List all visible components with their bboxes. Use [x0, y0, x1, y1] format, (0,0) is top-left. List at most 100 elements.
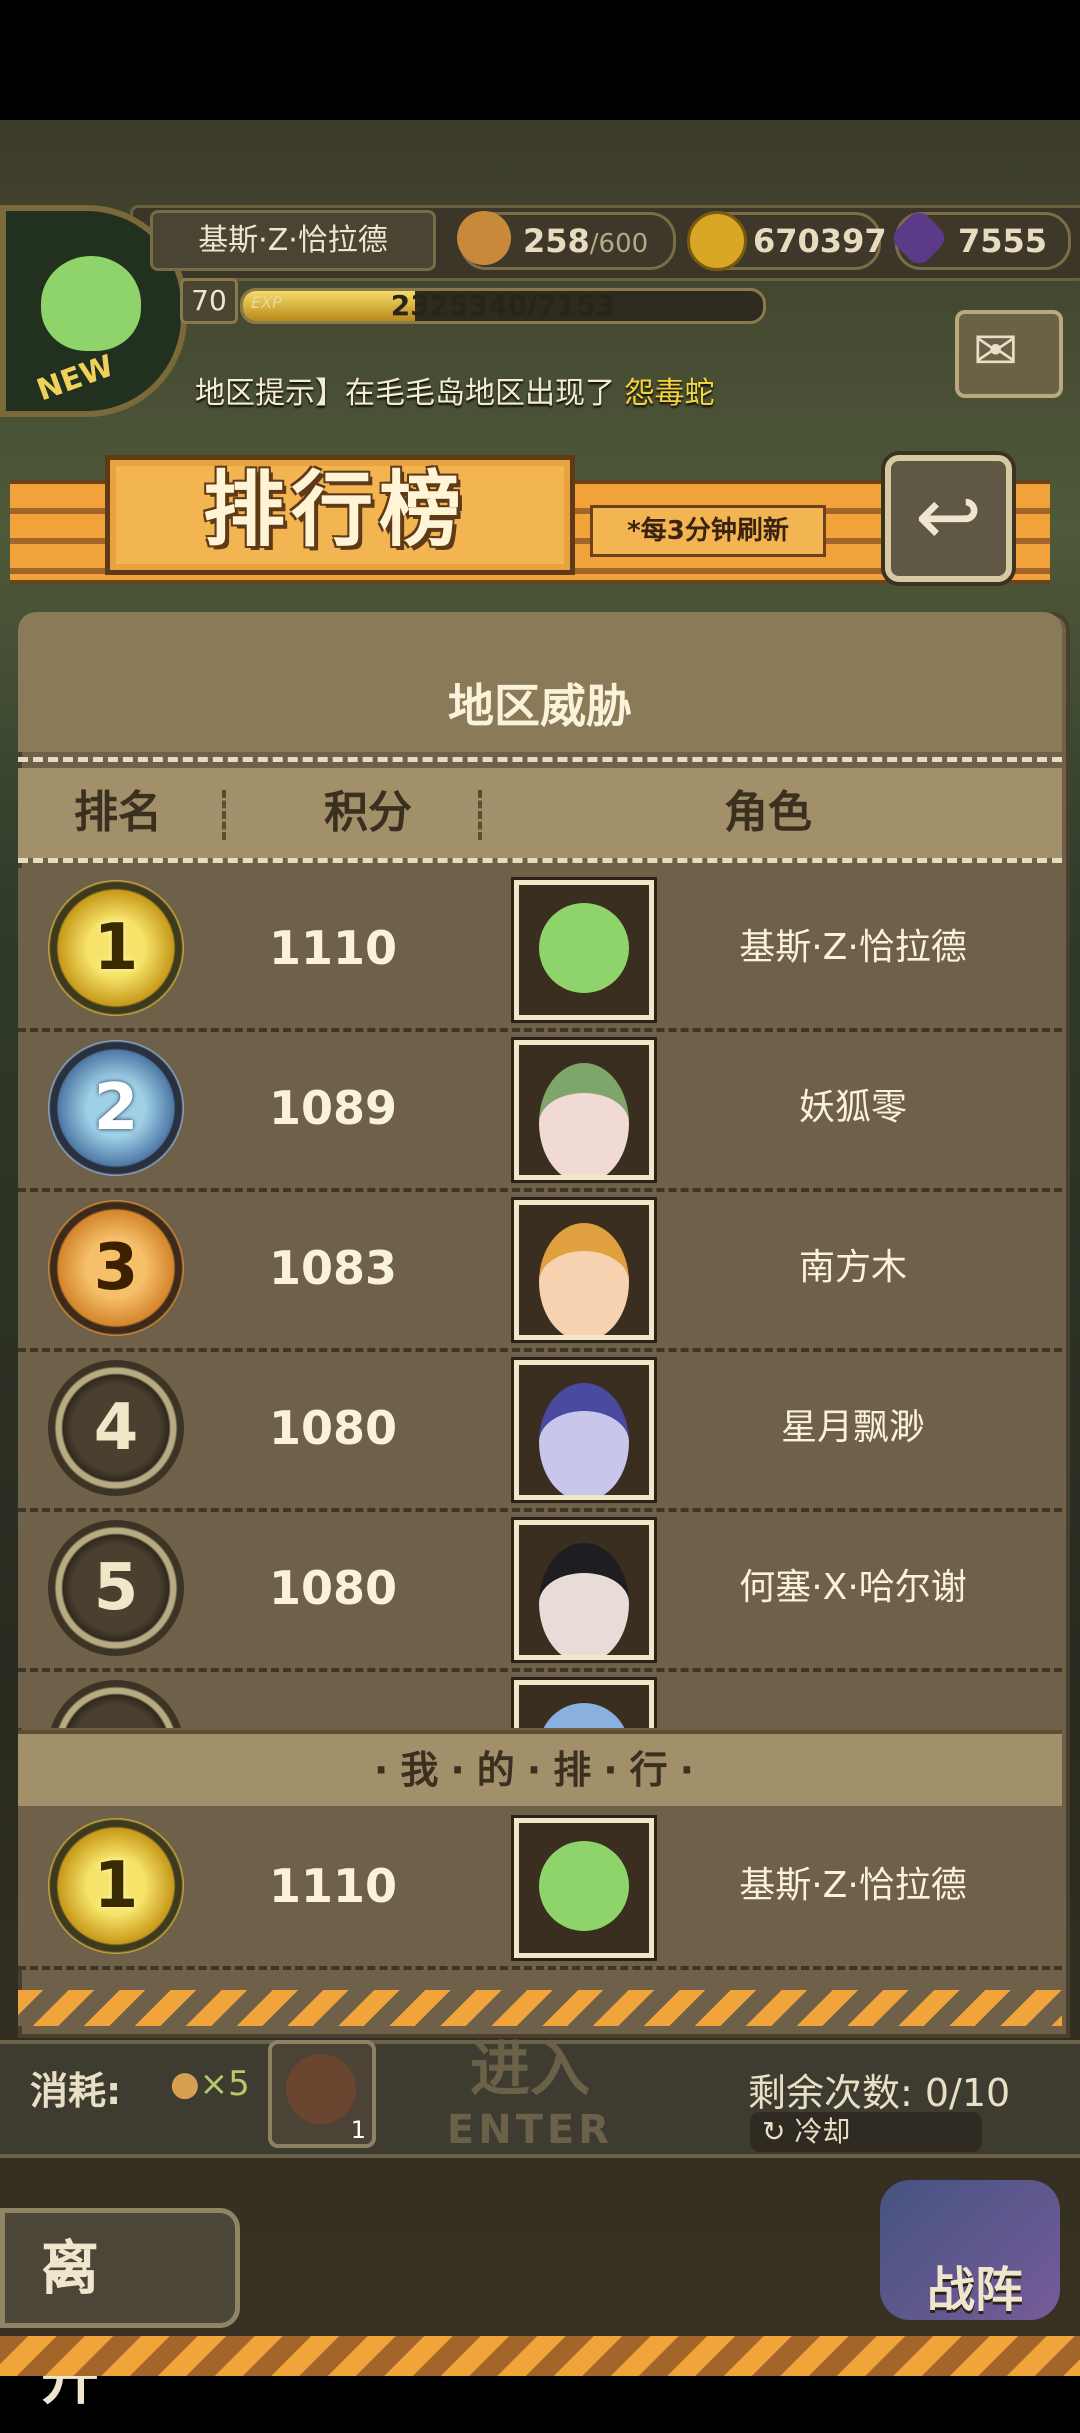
- item-slot[interactable]: 1: [268, 2040, 376, 2148]
- divider: [18, 757, 1062, 762]
- exp-bar: EXP 2325340/7153: [240, 288, 766, 324]
- enter-button[interactable]: 进入 ENTER: [420, 2035, 640, 2185]
- character-portrait[interactable]: [514, 1040, 654, 1180]
- my-rank-row[interactable]: 1 1110 基斯·Z·恰拉德: [18, 1806, 1062, 1970]
- character-portrait[interactable]: [514, 1360, 654, 1500]
- portrait-image: [539, 1223, 629, 1335]
- character-name: 基斯·Z·恰拉德: [739, 1865, 967, 1906]
- portrait-image: [539, 903, 629, 993]
- bread-value: 258: [523, 222, 590, 260]
- ranking-row[interactable]: 5 1080 何塞·X·哈尔谢: [18, 1508, 1062, 1672]
- my-rank-band: ·我·的·排·行·: [18, 1730, 1062, 1810]
- rank-number: 5: [93, 1551, 139, 1625]
- character-name: 何塞·X·哈尔谢: [739, 1567, 967, 1608]
- region-notice: 地区提示】在毛毛岛地区出现了 怨毒蛇: [195, 368, 715, 412]
- column-divider: [222, 790, 226, 840]
- score-value: 1080: [268, 1401, 398, 1455]
- portrait-image: [539, 1383, 629, 1495]
- back-arrow-icon: ↩: [914, 470, 983, 563]
- rank-number: 1: [93, 1849, 139, 1923]
- character-portrait[interactable]: [514, 880, 654, 1020]
- column-header: 排名 积分 角色: [18, 768, 1062, 858]
- level-badge: 70: [180, 278, 238, 324]
- notice-text: 地区提示】在毛毛岛地区出现了: [195, 376, 615, 411]
- new-tag: NEW: [32, 348, 119, 409]
- cooldown-button[interactable]: ↻ 冷却: [750, 2112, 982, 2152]
- mail-button[interactable]: ✉: [955, 310, 1063, 398]
- ranking-row[interactable]: 2 1089 妖狐零: [18, 1028, 1062, 1192]
- cost-amount: ×5: [199, 2064, 250, 2104]
- score-value: 1089: [268, 1081, 398, 1135]
- divider: [18, 858, 1062, 863]
- cost-label: 消耗:: [30, 2069, 122, 2113]
- gem-resource[interactable]: 7555: [888, 207, 1071, 270]
- ranking-row-partial[interactable]: [18, 1668, 1062, 1728]
- rank-medal-icon: 1: [48, 1818, 184, 1954]
- column-character: 角色: [724, 787, 812, 838]
- item-icon: [286, 2054, 356, 2124]
- portrait-image: [539, 1841, 629, 1931]
- character-portrait[interactable]: [514, 1818, 654, 1958]
- gold-coin-icon: [687, 211, 747, 271]
- rank-medal-icon: 1: [48, 880, 184, 1016]
- rank-number: 1: [93, 911, 139, 985]
- ranking-row[interactable]: 1 1110 基斯·Z·恰拉德: [18, 868, 1062, 1032]
- page-title: 排行榜: [202, 462, 467, 558]
- gold-value: 670397: [753, 222, 887, 260]
- rank-medal-icon: 3: [48, 1200, 184, 1336]
- rank-medal-icon: 2: [48, 1040, 184, 1176]
- enter-label: 进入: [470, 2035, 590, 2105]
- leave-label: 离开: [41, 2234, 100, 2412]
- rank-medal-icon: 4: [48, 1360, 184, 1496]
- bottom-stripe: [0, 2336, 1080, 2376]
- ranking-row[interactable]: 3 1083 南方木: [18, 1188, 1062, 1352]
- portrait-image: [539, 1703, 629, 1728]
- bread-max: /600: [589, 229, 649, 259]
- score-value: 1110: [268, 921, 398, 975]
- column-divider: [478, 790, 482, 840]
- item-count: 1: [350, 2116, 366, 2144]
- exp-text: 2325340/7153: [390, 289, 616, 322]
- gem-value: 7555: [958, 222, 1048, 260]
- cost-value: ●×5: [170, 2064, 250, 2104]
- column-rank: 排名: [74, 787, 162, 838]
- player-name: 基斯·Z·恰拉德: [150, 210, 436, 271]
- portrait-image: [539, 1543, 629, 1655]
- character-portrait[interactable]: [514, 1520, 654, 1660]
- notice-highlight: 怨毒蛇: [624, 376, 715, 411]
- score-value: 1083: [268, 1241, 398, 1295]
- enter-label-en: ENTER: [446, 2107, 614, 2153]
- back-button[interactable]: ↩: [885, 455, 1012, 582]
- avatar-blob-icon: [41, 256, 141, 351]
- column-score: 积分: [324, 787, 412, 838]
- bread-resource[interactable]: 258/600: [457, 211, 676, 270]
- formation-button[interactable]: 战阵: [880, 2180, 1070, 2330]
- rank-number: 4: [93, 1391, 139, 1465]
- character-portrait[interactable]: [514, 1200, 654, 1340]
- score-value: 1080: [268, 1561, 398, 1615]
- panel-title: 地区威胁: [448, 679, 632, 733]
- score-value: 1110: [268, 1859, 398, 1913]
- refresh-icon: ↻: [762, 2115, 795, 2148]
- remaining-attempts: 剩余次数: 0/10: [748, 2071, 1011, 2115]
- rank-medal-icon: 5: [48, 1520, 184, 1656]
- gold-resource[interactable]: 670397: [687, 211, 887, 271]
- character-portrait[interactable]: [514, 1680, 654, 1728]
- rank-number: 2: [93, 1071, 139, 1145]
- bread-icon: ●: [170, 2064, 200, 2104]
- my-rank-label: ·我·的·排·行·: [373, 1748, 707, 1792]
- formation-label: 战阵: [926, 2262, 1023, 2318]
- mail-icon: ✉: [973, 319, 1019, 382]
- ranking-list[interactable]: 1 1110 基斯·Z·恰拉德 2 1089 妖狐零 3 1083 南方木 4 …: [18, 868, 1062, 1728]
- panel-zigzag-edge: [18, 1990, 1062, 2026]
- leave-button[interactable]: ⇦ 离开: [0, 2208, 240, 2412]
- character-name: 基斯·Z·恰拉德: [739, 927, 967, 968]
- ranking-row[interactable]: 4 1080 星月飘渺: [18, 1348, 1062, 1512]
- bread-icon: [457, 211, 511, 265]
- character-name: 南方木: [798, 1247, 907, 1288]
- rank-medal-icon: [48, 1680, 184, 1728]
- rank-number: 3: [93, 1231, 139, 1305]
- refresh-note: *每3分钟刷新: [590, 505, 826, 557]
- cooldown-label: 冷却: [794, 2115, 851, 2148]
- portrait-image: [539, 1063, 629, 1175]
